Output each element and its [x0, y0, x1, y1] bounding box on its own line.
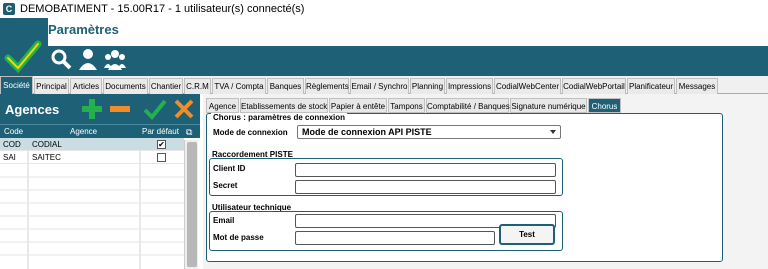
- tab-articles[interactable]: Articles: [70, 78, 102, 94]
- tab-principal[interactable]: Principal: [34, 78, 69, 94]
- agences-grid: [0, 138, 184, 269]
- chorus-legend: Chorus : paramètres de connexion: [211, 113, 348, 122]
- subtab-tampons[interactable]: Tampons: [388, 98, 425, 113]
- main-tab-bar: Société Principal Articles Documents Cha…: [0, 76, 768, 94]
- tab-reglements[interactable]: Règlements: [305, 78, 349, 94]
- tab-societe[interactable]: Société: [0, 76, 33, 94]
- table-row[interactable]: COD CODIAL ✔: [0, 138, 184, 151]
- password-label: Mot de passe: [213, 233, 264, 242]
- agences-panel: Agences Code Agence Par défaut ⧉ COD COD…: [0, 94, 200, 269]
- settings-panel: Agence Etablissements de stock Papier à …: [203, 94, 768, 269]
- mode-connexion-value: Mode de connexion API PISTE: [302, 127, 432, 137]
- tab-email-synchro[interactable]: Email / Synchro: [350, 78, 409, 94]
- default-checkbox[interactable]: [157, 153, 166, 162]
- app-window: C DEMOBATIMENT - 15.00R17 - 1 utilisateu…: [0, 0, 768, 269]
- tab-codialwebcenter[interactable]: CodialWebCenter: [494, 78, 561, 94]
- header-title-strip: [48, 18, 768, 46]
- subtab-agence[interactable]: Agence: [206, 98, 239, 113]
- client-id-label: Client ID: [213, 164, 246, 173]
- subtab-papier-entete[interactable]: Papier à entête: [329, 98, 387, 113]
- row-code: SAI: [3, 153, 16, 162]
- user-icon[interactable]: [77, 48, 99, 70]
- mode-connexion-select[interactable]: Mode de connexion API PISTE: [297, 125, 561, 139]
- tab-impressions[interactable]: Impressions: [446, 78, 493, 94]
- copy-icon[interactable]: ⧉: [186, 125, 192, 139]
- subtab-comptabilite-banques[interactable]: Comptabilité / Banques: [426, 98, 510, 113]
- tab-chantier[interactable]: Chantier: [149, 78, 183, 94]
- row-agence: CODIAL: [32, 140, 62, 149]
- tab-banques[interactable]: Banques: [267, 78, 304, 94]
- tab-planificateur[interactable]: Planificateur: [627, 78, 675, 94]
- password-field[interactable]: [295, 231, 495, 245]
- agences-scrollbar[interactable]: [184, 140, 198, 269]
- test-button[interactable]: Test: [499, 224, 555, 245]
- subtab-etablissements-stock[interactable]: Etablissements de stock: [240, 98, 328, 113]
- tab-messages[interactable]: Messages: [676, 78, 718, 94]
- client-id-field[interactable]: [295, 163, 556, 177]
- tab-codialwebportail[interactable]: CodialWebPortail: [562, 78, 626, 94]
- window-title: DEMOBATIMENT - 15.00R17 - 1 utilisateur(…: [20, 3, 305, 15]
- row-code: COD: [3, 140, 21, 149]
- scrollbar-thumb[interactable]: [187, 142, 197, 267]
- search-icon[interactable]: [50, 48, 72, 70]
- users-group-icon[interactable]: [104, 48, 126, 70]
- default-checkbox[interactable]: ✔: [157, 140, 166, 149]
- page-title: Paramètres: [48, 22, 119, 37]
- email-label: Email: [213, 216, 235, 225]
- app-logo-icon: C: [3, 3, 15, 15]
- tab-planning[interactable]: Planning: [410, 78, 445, 94]
- tab-tva-compta[interactable]: TVA / Compta: [212, 78, 266, 94]
- mode-connexion-label: Mode de connexion: [213, 128, 288, 137]
- chevron-down-icon: [550, 130, 556, 134]
- row-agence: SAITEC: [32, 153, 61, 162]
- chorus-panel: Chorus : paramètres de connexion Mode de…: [206, 113, 723, 262]
- secret-label: Secret: [213, 181, 238, 190]
- header-bar: Paramètres: [0, 18, 768, 76]
- table-row[interactable]: SAI SAITEC: [0, 151, 184, 164]
- tab-crm[interactable]: C.R.M: [184, 78, 211, 94]
- title-bar: C DEMOBATIMENT - 15.00R17 - 1 utilisateu…: [0, 0, 768, 18]
- tab-documents[interactable]: Documents: [103, 78, 148, 94]
- subtab-signature-numerique[interactable]: Signature numérique: [510, 98, 587, 113]
- checkmark-logo-icon: [4, 38, 42, 76]
- secret-field[interactable]: [295, 180, 556, 194]
- subtab-chorus[interactable]: Chorus: [588, 98, 621, 113]
